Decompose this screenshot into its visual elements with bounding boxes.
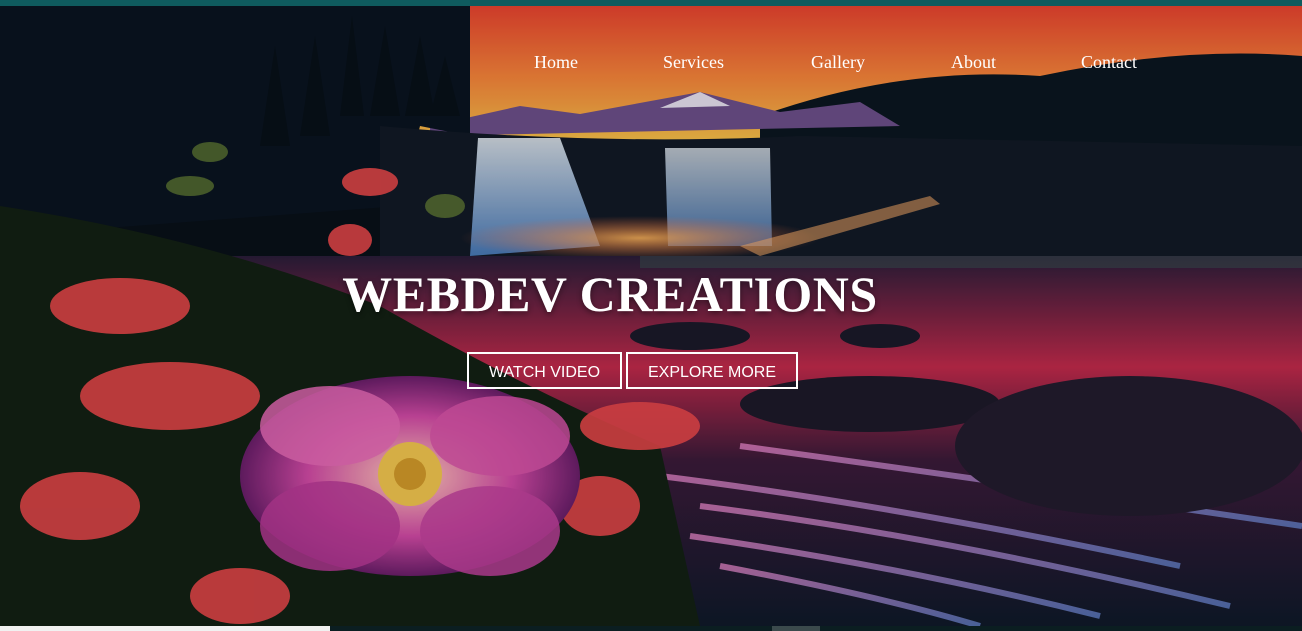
hero-title: WEBDEV CREATIONS xyxy=(342,266,878,322)
horizontal-scrollbar[interactable] xyxy=(0,626,1302,631)
explore-more-button[interactable]: EXPLORE MORE xyxy=(626,352,798,389)
page-bottom-section xyxy=(0,626,330,631)
nav-home-link[interactable]: Home xyxy=(534,52,578,73)
watch-video-button[interactable]: WATCH VIDEO xyxy=(467,352,622,389)
nav-contact-link[interactable]: Contact xyxy=(1081,52,1137,73)
nav-services-link[interactable]: Services xyxy=(663,52,724,73)
hero-section: Home Services Gallery About Contact WEBD… xyxy=(0,6,1302,626)
nav-about-link[interactable]: About xyxy=(951,52,996,73)
nav-gallery-link[interactable]: Gallery xyxy=(811,52,865,73)
main-navigation: Home Services Gallery About Contact xyxy=(0,52,1302,78)
scrollbar-thumb[interactable] xyxy=(772,626,820,631)
